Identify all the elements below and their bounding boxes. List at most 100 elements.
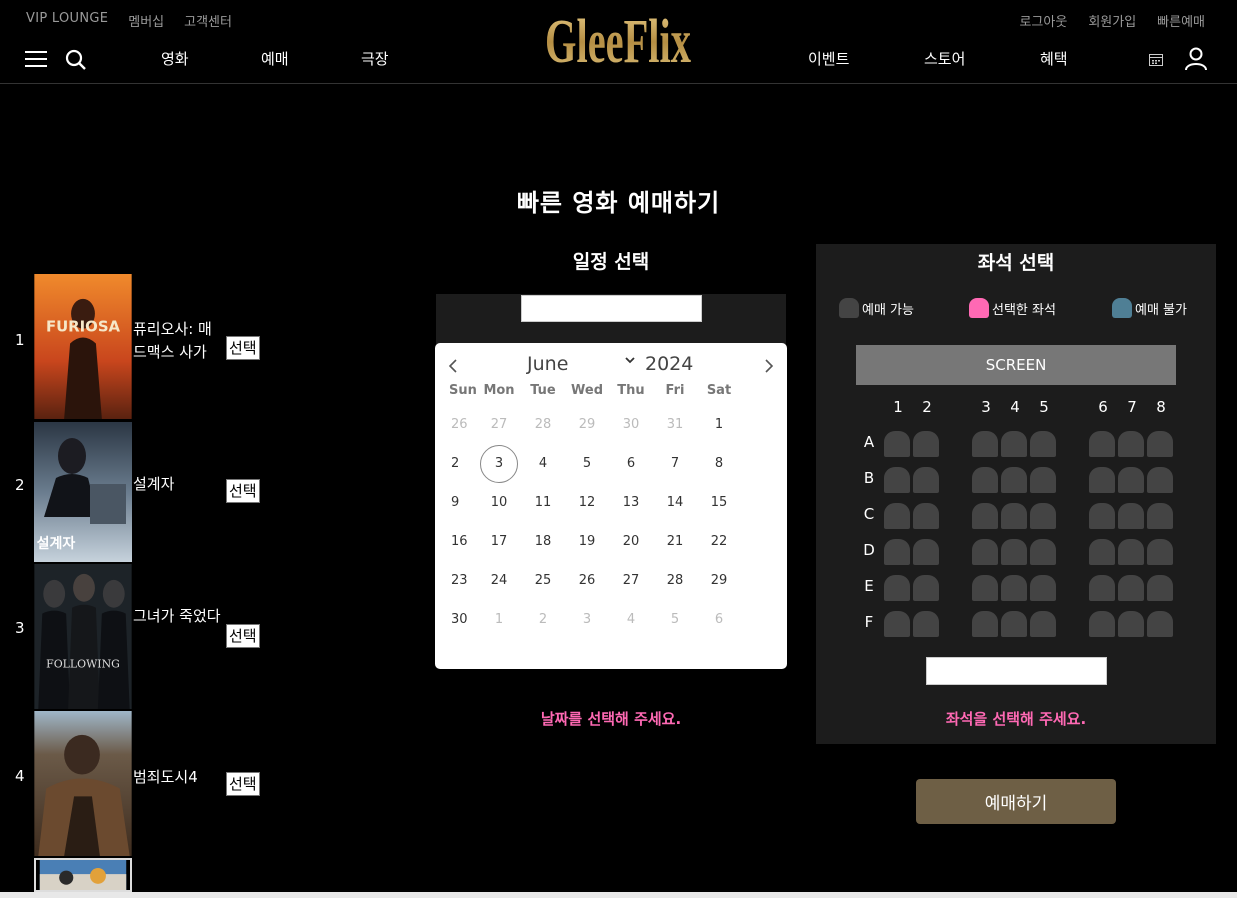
seat-A5[interactable] — [1030, 431, 1056, 457]
nav-store[interactable]: 스토어 — [924, 48, 965, 69]
select-movie-button[interactable]: 선택 — [226, 624, 260, 648]
seat-C2[interactable] — [913, 503, 939, 529]
movie-poster[interactable]: FURIOSA — [34, 274, 132, 419]
seat-F1[interactable] — [884, 611, 910, 637]
seat-A4[interactable] — [1001, 431, 1027, 457]
seat-E6[interactable] — [1089, 575, 1115, 601]
select-movie-button[interactable]: 선택 — [226, 336, 260, 360]
seat-D7[interactable] — [1118, 539, 1144, 565]
nav-theater[interactable]: 극장 — [361, 48, 389, 69]
calendar-day[interactable]: 24 — [477, 561, 521, 600]
seat-F4[interactable] — [1001, 611, 1027, 637]
seat-E1[interactable] — [884, 575, 910, 601]
seat-A2[interactable] — [913, 431, 939, 457]
signup-link[interactable]: 회원가입 — [1088, 11, 1136, 30]
calendar-day[interactable]: 25 — [521, 561, 565, 600]
year-input[interactable]: 2024 — [645, 353, 693, 375]
chevron-left-icon[interactable] — [445, 357, 461, 375]
seat-C3[interactable] — [972, 503, 998, 529]
seat-F2[interactable] — [913, 611, 939, 637]
movie-poster[interactable]: FOLLOWING — [34, 564, 132, 709]
calendar-day[interactable]: 4 — [609, 600, 653, 639]
seat-B2[interactable] — [913, 467, 939, 493]
menu-icon[interactable] — [25, 50, 47, 68]
calendar-day[interactable]: 9 — [439, 483, 477, 522]
calendar-day[interactable]: 28 — [653, 561, 697, 600]
seat-A3[interactable] — [972, 431, 998, 457]
seat-D6[interactable] — [1089, 539, 1115, 565]
seat-B5[interactable] — [1030, 467, 1056, 493]
calendar-day[interactable]: 29 — [565, 405, 609, 444]
calendar-day[interactable]: 27 — [477, 405, 521, 444]
calendar-icon[interactable] — [1149, 53, 1163, 66]
calendar-day[interactable]: 8 — [697, 444, 741, 483]
calendar-day[interactable]: 14 — [653, 483, 697, 522]
select-movie-button[interactable]: 선택 — [226, 479, 260, 503]
vip-lounge-link[interactable]: VIP LOUNGE — [26, 11, 108, 30]
seat-B1[interactable] — [884, 467, 910, 493]
seat-E8[interactable] — [1147, 575, 1173, 601]
calendar-day[interactable]: 22 — [697, 522, 741, 561]
calendar-day[interactable]: 30 — [609, 405, 653, 444]
calendar-day[interactable]: 15 — [697, 483, 741, 522]
calendar-day[interactable]: 1 — [697, 405, 741, 444]
select-movie-button[interactable]: 선택 — [226, 772, 260, 796]
calendar-day[interactable]: 16 — [439, 522, 477, 561]
logout-link[interactable]: 로그아웃 — [1019, 11, 1067, 30]
seat-B7[interactable] — [1118, 467, 1144, 493]
calendar-day[interactable]: 21 — [653, 522, 697, 561]
calendar-day[interactable]: 27 — [609, 561, 653, 600]
customer-center-link[interactable]: 고객센터 — [184, 11, 232, 30]
seat-C1[interactable] — [884, 503, 910, 529]
calendar-day[interactable]: 13 — [609, 483, 653, 522]
seat-A8[interactable] — [1147, 431, 1173, 457]
calendar-day[interactable]: 29 — [697, 561, 741, 600]
seat-A1[interactable] — [884, 431, 910, 457]
seat-D3[interactable] — [972, 539, 998, 565]
calendar-day[interactable]: 12 — [565, 483, 609, 522]
seat-D4[interactable] — [1001, 539, 1027, 565]
seat-F7[interactable] — [1118, 611, 1144, 637]
nav-event[interactable]: 이벤트 — [808, 48, 849, 69]
nav-benefits[interactable]: 혜택 — [1040, 48, 1068, 69]
seat-C5[interactable] — [1030, 503, 1056, 529]
movie-poster[interactable] — [34, 858, 132, 892]
seat-B3[interactable] — [972, 467, 998, 493]
calendar-day[interactable]: 7 — [653, 444, 697, 483]
seat-C8[interactable] — [1147, 503, 1173, 529]
seat-D2[interactable] — [913, 539, 939, 565]
calendar-day[interactable]: 19 — [565, 522, 609, 561]
calendar-day[interactable]: 5 — [565, 444, 609, 483]
movie-poster[interactable] — [34, 711, 132, 856]
calendar-day[interactable]: 26 — [439, 405, 477, 444]
seat-D5[interactable] — [1030, 539, 1056, 565]
date-input[interactable] — [521, 295, 702, 322]
calendar-day[interactable]: 30 — [439, 600, 477, 639]
calendar-day[interactable]: 11 — [521, 483, 565, 522]
seat-B6[interactable] — [1089, 467, 1115, 493]
user-icon[interactable] — [1185, 47, 1207, 71]
seat-D8[interactable] — [1147, 539, 1173, 565]
search-icon[interactable] — [65, 49, 87, 71]
seat-E2[interactable] — [913, 575, 939, 601]
chevron-right-icon[interactable] — [761, 357, 777, 375]
nav-booking[interactable]: 예매 — [261, 48, 289, 69]
calendar-day[interactable]: 18 — [521, 522, 565, 561]
calendar-day[interactable]: 23 — [439, 561, 477, 600]
quick-booking-link[interactable]: 빠른예매 — [1157, 11, 1205, 30]
seat-B8[interactable] — [1147, 467, 1173, 493]
calendar-day[interactable]: 2 — [439, 444, 477, 483]
movie-poster[interactable]: 설계자 — [34, 422, 132, 562]
calendar-day[interactable]: 2 — [521, 600, 565, 639]
calendar-day[interactable]: 10 — [477, 483, 521, 522]
seat-F3[interactable] — [972, 611, 998, 637]
seat-E4[interactable] — [1001, 575, 1027, 601]
seat-E5[interactable] — [1030, 575, 1056, 601]
seat-F6[interactable] — [1089, 611, 1115, 637]
seat-D1[interactable] — [884, 539, 910, 565]
calendar-day[interactable]: 5 — [653, 600, 697, 639]
seat-E3[interactable] — [972, 575, 998, 601]
calendar-day[interactable]: 6 — [697, 600, 741, 639]
membership-link[interactable]: 멤버십 — [128, 11, 164, 30]
chevron-down-icon[interactable] — [625, 357, 635, 365]
